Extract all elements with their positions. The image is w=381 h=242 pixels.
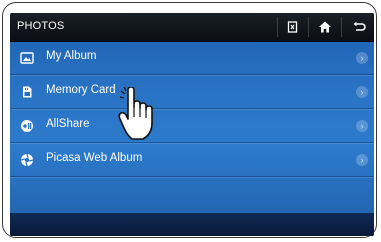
device-frame: PHOTOS My Album › Memory Card › AllShare… [2, 2, 377, 238]
header-divider [277, 17, 278, 37]
list-item[interactable]: My Album › [10, 41, 374, 75]
page-title: PHOTOS [17, 20, 65, 32]
allshare-icon [20, 119, 34, 133]
bottom-bar [10, 213, 374, 236]
list-item[interactable]: Memory Card › [10, 75, 374, 109]
tap-hand-icon [118, 87, 153, 140]
header-divider [308, 17, 309, 37]
list-item[interactable]: AllShare › [10, 109, 374, 143]
album-icon [20, 51, 34, 65]
list-item-label: Memory Card [46, 84, 116, 96]
home-icon[interactable] [315, 17, 335, 37]
list-item-label: My Album [46, 50, 97, 62]
chevron-right-icon: › [356, 52, 368, 64]
memory-card-icon [20, 85, 34, 99]
picasa-icon [20, 153, 34, 167]
chevron-right-icon: › [356, 154, 368, 166]
back-icon[interactable] [349, 17, 369, 37]
list-item-label: Picasa Web Album [46, 152, 143, 164]
edit-icon[interactable] [283, 17, 303, 37]
chevron-right-icon: › [356, 120, 368, 132]
empty-row [10, 177, 374, 210]
header-divider [341, 17, 342, 37]
screen: PHOTOS My Album › Memory Card › AllShare… [10, 13, 374, 236]
header-bar: PHOTOS [10, 13, 374, 42]
list-item-label: AllShare [46, 118, 90, 130]
list-item[interactable]: Picasa Web Album › [10, 143, 374, 177]
chevron-right-icon: › [356, 86, 368, 98]
